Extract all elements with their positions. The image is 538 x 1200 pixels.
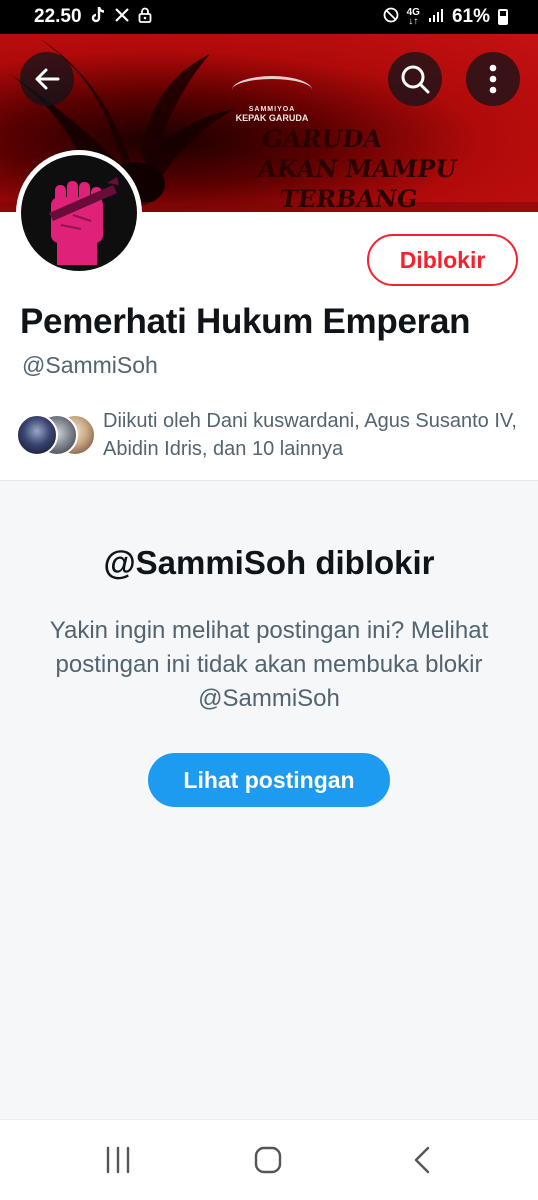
more-options-button[interactable] [466,52,520,106]
tiktok-icon [90,6,106,28]
recent-apps-button[interactable] [96,1142,140,1178]
home-button[interactable] [246,1142,290,1178]
network-type: 4G ↓↑ [407,8,420,27]
display-name: Pemerhati Hukum Emperan [20,302,471,341]
back-button[interactable] [20,52,74,106]
blocked-description: Yakin ingin melihat postingan ini? Melih… [49,617,489,712]
banner-logo-text: KEPAK GARUDA [235,113,309,123]
view-posts-button[interactable]: Lihat postingan [148,753,390,807]
battery-percent: 61% [451,6,490,27]
nav-back-icon [414,1146,430,1174]
banner-line-3: TERBANG TINGGI! [277,184,420,212]
avatar-image [21,155,137,271]
system-nav-bar [0,1119,538,1200]
nav-back-button[interactable] [400,1142,444,1178]
status-time: 22.50 [34,6,82,27]
recent-apps-icon [106,1146,130,1174]
followed-by-avatars[interactable] [16,414,96,456]
banner-logo-wings [232,76,312,104]
status-left: 22.50 [34,6,152,28]
search-icon [401,65,430,94]
signal-icon [428,8,444,26]
status-bar: 22.50 4G ↓↑ 61% [0,0,538,34]
status-right: 4G ↓↑ 61% [383,6,508,28]
banner-line-2: AKAN MAMPU [256,154,459,183]
followed-by-text[interactable]: Diikuti oleh Dani kuswardani, Agus Susan… [103,407,523,463]
user-handle: @SammiSoh [22,352,158,378]
fist-logo-icon [49,177,119,265]
x-icon [114,7,130,27]
blocked-button[interactable]: Diblokir [367,234,518,286]
blocked-title: @SammiSoh diblokir [103,544,435,581]
banner-logo-arc: SAMMIYOA [248,106,296,113]
search-button[interactable] [388,52,442,106]
home-icon [254,1146,282,1174]
profile-avatar[interactable] [16,150,142,276]
lock-icon [138,7,152,27]
banner-line-1: GARUDA [260,124,384,153]
follower-avatar [16,414,58,456]
back-arrow-icon [35,68,60,90]
network-bottom: ↓↑ [408,16,419,27]
dnd-icon [383,7,399,27]
banner-logo: SAMMIYOA KEPAK GARUDA [232,76,312,123]
banner-slogan: GARUDA AKAN MAMPU TERBANG TINGGI! [248,124,538,212]
battery-icon [498,9,508,25]
more-icon [489,64,497,94]
